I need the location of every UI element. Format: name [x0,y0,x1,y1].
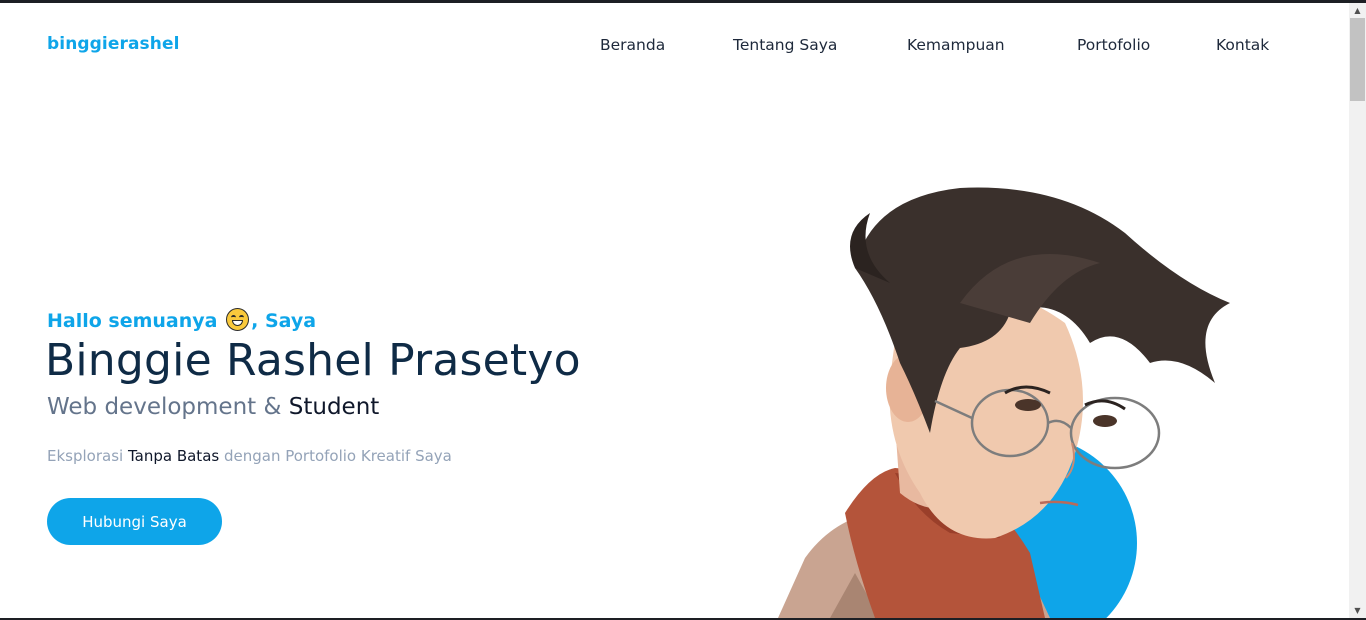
glasses-right [1069,396,1161,470]
nav-item-beranda[interactable]: Beranda [600,36,665,54]
nav-item-tentang-saya[interactable]: Tentang Saya [733,36,837,54]
role-light: Web development & [47,394,282,420]
scroll-thumb[interactable] [1350,18,1365,101]
greeting-suffix: , Saya [251,310,317,332]
greeting-text: Hallo semuanya [47,310,218,332]
hero-tagline: Eksplorasi Tanpa Batas dengan Portofolio… [47,447,452,465]
hero-greeting: Hallo semuanya , Saya [47,308,316,332]
nav-item-kemampuan[interactable]: Kemampuan [907,36,1005,54]
grinning-face-icon [226,308,250,331]
page: binggierashel Beranda Tentang Saya Kemam… [0,3,1349,618]
hero-name: Binggie Rashel Prasetyo [45,335,581,386]
main-nav: Beranda Tentang Saya Kemampuan Portofoli… [0,36,1349,58]
scroll-down-icon[interactable]: ▼ [1349,603,1366,618]
hero-role: Web development & Student [47,394,379,420]
tagline-start: Eksplorasi [47,447,124,465]
contact-button[interactable]: Hubungi Saya [47,498,222,545]
page-scrollbar[interactable]: ▲ ▼ [1349,3,1366,618]
nav-item-kontak[interactable]: Kontak [1216,36,1269,54]
tagline-highlight: Tanpa Batas [127,447,220,465]
tagline-end: dengan Portofolio Kreatif Saya [223,447,452,465]
role-dark: Student [288,394,380,420]
scroll-up-icon[interactable]: ▲ [1349,3,1366,18]
nav-item-portofolio[interactable]: Portofolio [1077,36,1150,54]
portrait-illustration [778,187,1230,618]
